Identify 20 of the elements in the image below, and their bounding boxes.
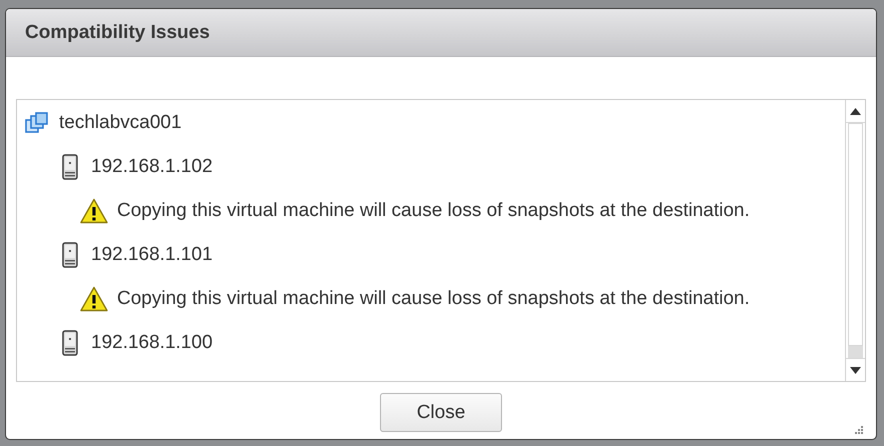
close-button[interactable]: Close [380,393,502,432]
dialog-title: Compatibility Issues [25,22,210,44]
resize-grip-icon[interactable] [853,426,863,436]
host-address[interactable]: 192.168.1.102 [91,156,213,178]
up-arrow-icon [850,108,861,114]
host-address[interactable]: 192.168.1.100 [91,332,213,354]
server-icon [62,330,78,356]
host-address[interactable]: 192.168.1.101 [91,244,213,266]
warning-icon [80,198,108,224]
warning-message: Copying this virtual machine will cause loss of snapshots at the destination. [117,288,750,310]
server-group-name[interactable]: techlabvca001 [59,112,182,134]
warning-message: Copying this virtual machine will cause loss of snapshots at the destination. [117,200,750,222]
server-icon [62,242,78,268]
down-arrow-icon [850,366,861,374]
vcenter-icon [25,112,49,134]
scrollbar[interactable] [845,100,865,381]
scrollbar-thumb[interactable] [848,123,863,346]
scrollbar-track[interactable] [848,346,863,358]
server-icon [62,154,78,180]
warning-icon [80,286,108,312]
